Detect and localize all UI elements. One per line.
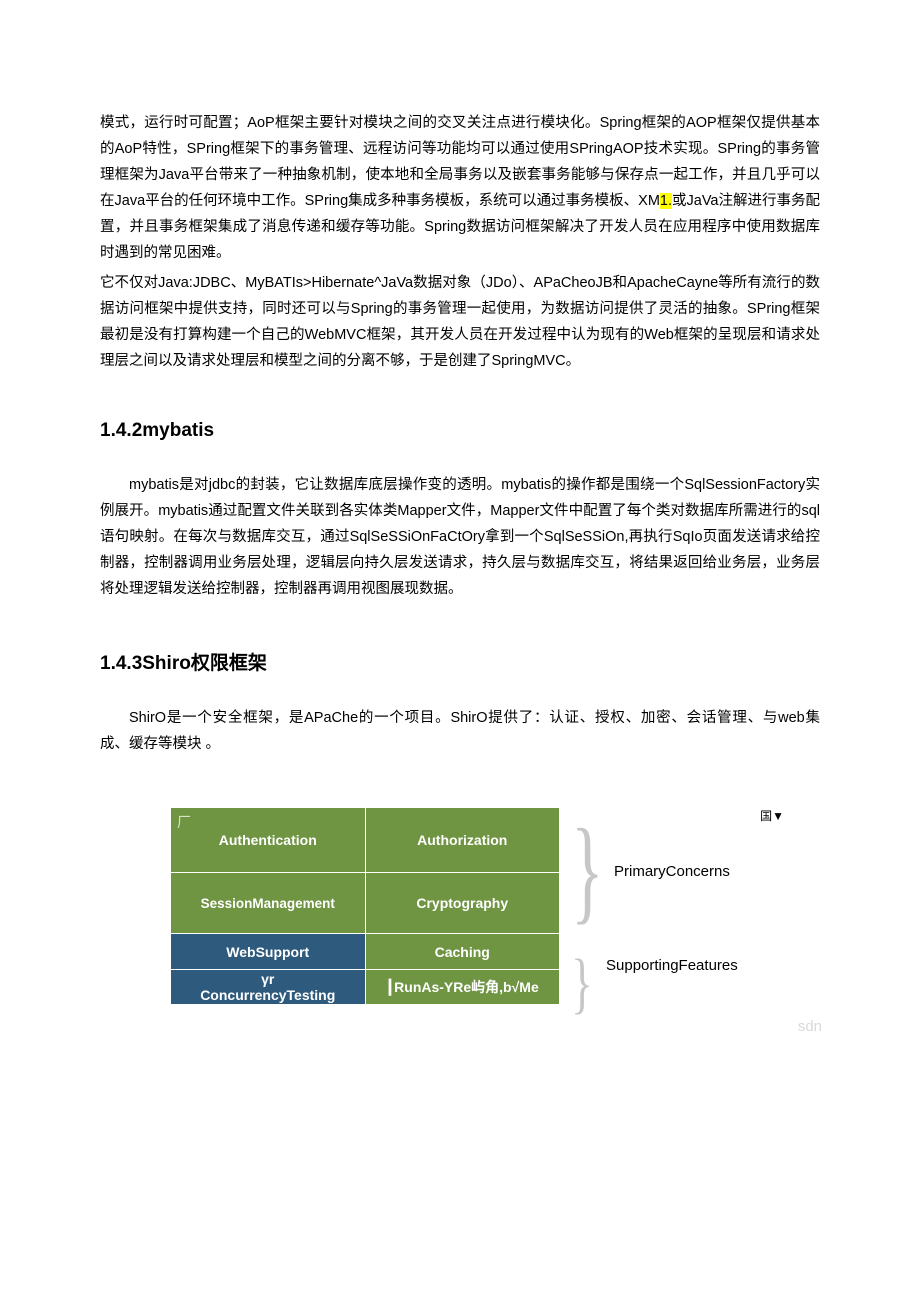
conc-bottom-text: ConcurrencyTesting	[172, 987, 364, 1003]
brace-top: }	[571, 812, 583, 929]
label-support: SupportingFeatures	[606, 957, 738, 974]
cell-caching: Caching	[365, 934, 560, 970]
brace-column: } }	[564, 807, 590, 1033]
shiro-table: 厂 Authentication Authorization SessionMa…	[170, 807, 560, 1005]
document-page: 模式，运行时可配置；AoP框架主要针对模块之间的交叉关注点进行模块化。Sprin…	[0, 0, 920, 1093]
conc-top-text: γr	[172, 971, 364, 987]
cell-websupport: WebSupport	[171, 934, 366, 970]
corner-mark: 厂	[177, 812, 191, 832]
label-primary: PrimaryConcerns	[614, 863, 730, 880]
cell-session: SessionManagement	[171, 873, 366, 934]
watermark-text: sdn	[798, 1018, 822, 1035]
cell-cryptography: Cryptography	[365, 873, 560, 934]
cell-auth-label: Authentication	[219, 832, 317, 848]
shiro-diagram: 厂 Authentication Authorization SessionMa…	[100, 807, 820, 1033]
cell-concurrency: γr ConcurrencyTesting	[171, 970, 366, 1005]
cell-authentication: 厂 Authentication	[171, 808, 366, 873]
spring-paragraph-1: 模式，运行时可配置；AoP框架主要针对模块之间的交叉关注点进行模块化。Sprin…	[100, 110, 820, 266]
labels-column: 国▼ PrimaryConcerns SupportingFeatures sd…	[594, 807, 784, 1033]
label-corner: 国▼	[760, 807, 784, 824]
cell-session-label: SessionManagement	[172, 896, 364, 911]
section-heading-shiro: 1.4.3Shiro权限框架	[100, 648, 820, 675]
cell-authorization: Authorization	[365, 808, 560, 873]
spring-paragraph-2: 它不仅对Java:JDBC、MyBATIs>Hibernate^JaVa数据对象…	[100, 270, 820, 374]
shiro-paragraph: ShirO是一个安全框架，是APaChe的一个项目。ShirO提供了：认证、授权…	[100, 705, 820, 757]
cell-runas: ┃RunAs-YRe屿角,b√Me	[365, 970, 560, 1005]
mybatis-paragraph: mybatis是对jdbc的封装，它让数据库底层操作变的透明。mybatis的操…	[100, 472, 820, 602]
highlighted-text: 1.	[660, 193, 672, 209]
brace-bottom: }	[571, 949, 583, 1017]
section-heading-mybatis: 1.4.2mybatis	[100, 420, 820, 442]
